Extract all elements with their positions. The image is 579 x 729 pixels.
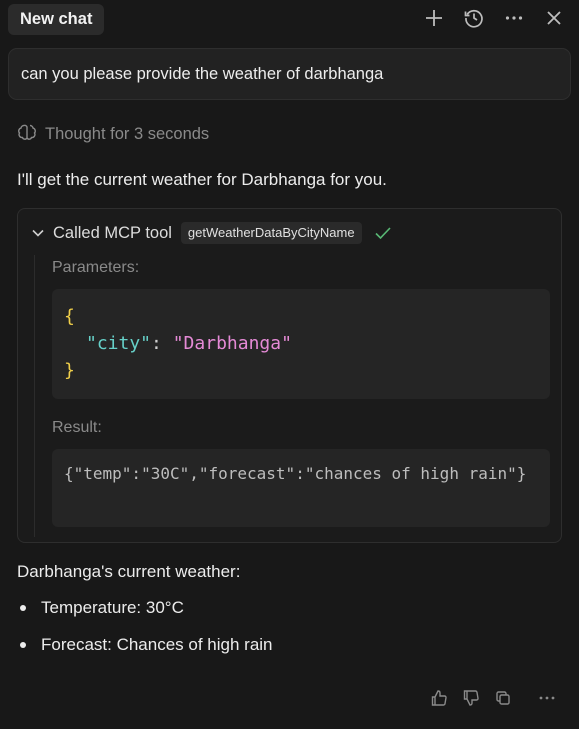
mcp-tool-call-card: Called MCP tool getWeatherDataByCityName… bbox=[17, 208, 562, 543]
result-label: Result: bbox=[52, 419, 102, 436]
message-actions bbox=[429, 688, 557, 708]
summary-title: Darbhanga's current weather: bbox=[17, 562, 241, 581]
brain-icon bbox=[17, 123, 37, 146]
chat-header: New chat bbox=[0, 0, 579, 38]
parameters-code-block[interactable]: { "city": "Darbhanga" } bbox=[52, 289, 550, 399]
thumbs-down-icon[interactable] bbox=[461, 688, 481, 708]
json-colon: : bbox=[151, 333, 173, 354]
plus-icon[interactable] bbox=[423, 7, 445, 29]
tool-name-badge: getWeatherDataByCityName bbox=[180, 222, 362, 244]
ellipsis-icon[interactable] bbox=[503, 7, 525, 29]
check-icon bbox=[374, 225, 392, 241]
tool-call-label: Called MCP tool bbox=[53, 223, 172, 242]
user-message[interactable]: can you please provide the weather of da… bbox=[8, 48, 571, 100]
thought-label: Thought for 3 seconds bbox=[45, 124, 210, 143]
thought-indicator[interactable]: Thought for 3 seconds bbox=[17, 123, 209, 145]
chevron-down-icon[interactable] bbox=[30, 225, 46, 241]
assistant-intro: I'll get the current weather for Darbhan… bbox=[17, 170, 387, 189]
json-open-brace: { bbox=[64, 306, 75, 327]
header-actions bbox=[423, 7, 565, 29]
copy-icon[interactable] bbox=[493, 688, 513, 708]
close-icon[interactable] bbox=[543, 7, 565, 29]
parameters-label: Parameters: bbox=[52, 259, 140, 276]
json-value: "Darbhanga" bbox=[172, 333, 292, 354]
json-key: "city" bbox=[86, 333, 152, 354]
weather-bullet-list: Temperature: 30°C Forecast: Chances of h… bbox=[17, 596, 273, 670]
result-code-block[interactable]: {"temp":"30C","forecast":"chances of hig… bbox=[52, 449, 550, 527]
ellipsis-icon[interactable] bbox=[537, 688, 557, 708]
list-item-forecast: Forecast: Chances of high rain bbox=[17, 633, 273, 670]
divider bbox=[34, 255, 35, 537]
json-close-brace: } bbox=[64, 360, 75, 381]
tab-new-chat[interactable]: New chat bbox=[8, 4, 105, 35]
tool-call-header[interactable]: Called MCP tool getWeatherDataByCityName bbox=[30, 221, 392, 245]
thumbs-up-icon[interactable] bbox=[429, 688, 449, 708]
list-item-temperature: Temperature: 30°C bbox=[17, 596, 273, 633]
history-icon[interactable] bbox=[463, 7, 485, 29]
